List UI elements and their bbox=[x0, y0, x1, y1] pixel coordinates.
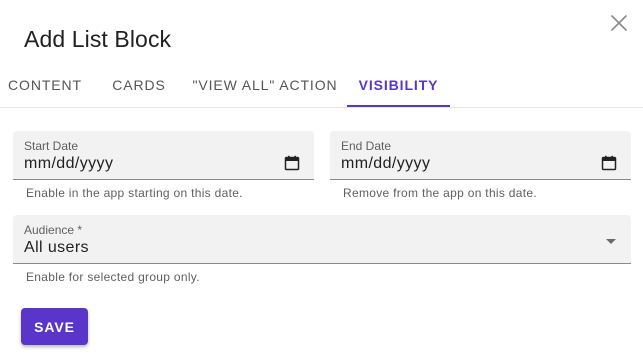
end-date-field[interactable]: End Date mm/dd/yyyy bbox=[330, 131, 631, 180]
tab-cards[interactable]: CARDS bbox=[101, 62, 177, 107]
close-button[interactable] bbox=[606, 10, 632, 36]
audience-selected-value[interactable]: All users bbox=[24, 239, 89, 257]
end-date-input[interactable]: mm/dd/yyyy bbox=[341, 155, 430, 173]
tab-content[interactable]: CONTENT bbox=[0, 62, 90, 107]
close-icon bbox=[611, 15, 627, 31]
calendar-icon[interactable] bbox=[601, 155, 617, 171]
calendar-icon[interactable] bbox=[284, 155, 300, 171]
audience-select[interactable]: Audience * All users bbox=[13, 215, 631, 264]
active-tab-indicator bbox=[347, 105, 450, 107]
add-list-block-dialog: Add List Block CONTENT CARDS "VIEW ALL" … bbox=[0, 0, 643, 356]
audience-helper-text: Enable for selected group only. bbox=[26, 270, 200, 284]
end-date-helper-text: Remove from the app on this date. bbox=[343, 186, 538, 200]
dropdown-arrow-icon[interactable] bbox=[604, 234, 618, 248]
start-date-field[interactable]: Start Date mm/dd/yyyy bbox=[13, 131, 314, 180]
dialog-title: Add List Block bbox=[24, 26, 172, 52]
tab-bar: CONTENT CARDS "VIEW ALL" ACTION VISIBILI… bbox=[0, 62, 643, 108]
end-date-label: End Date bbox=[341, 139, 392, 153]
start-date-label: Start Date bbox=[24, 139, 79, 153]
start-date-helper-text: Enable in the app starting on this date. bbox=[26, 186, 243, 200]
start-date-input[interactable]: mm/dd/yyyy bbox=[24, 155, 113, 173]
audience-label: Audience * bbox=[24, 223, 83, 237]
tab-view-all-action[interactable]: "VIEW ALL" ACTION bbox=[191, 62, 339, 107]
tab-visibility[interactable]: VISIBILITY bbox=[347, 62, 450, 107]
save-button[interactable]: SAVE bbox=[21, 308, 88, 345]
